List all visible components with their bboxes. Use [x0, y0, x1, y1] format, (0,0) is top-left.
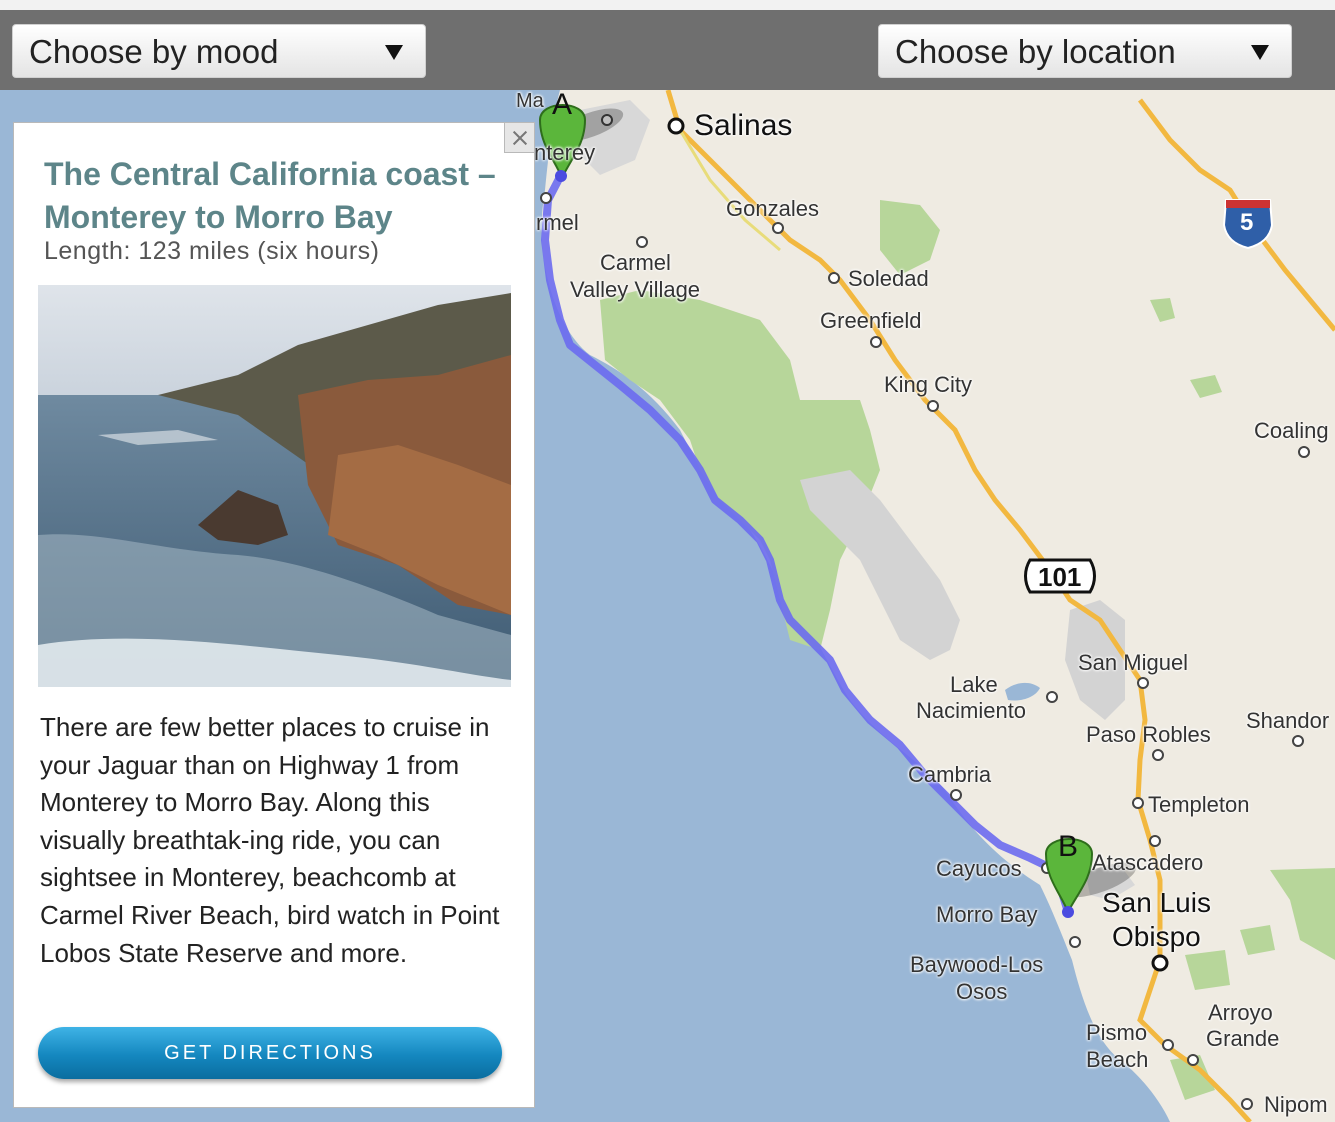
city-marker	[667, 117, 685, 135]
place-label: Osos	[956, 979, 1008, 1004]
place-label: Greenfield	[820, 308, 922, 333]
place-label: Nipom	[1264, 1092, 1328, 1117]
interstate-5-label: 5	[1240, 209, 1254, 236]
place-label: Valley Village	[570, 277, 701, 302]
route-info-panel: The Central California coast – Monterey …	[13, 122, 535, 1108]
place-label-salinas: Salinas	[694, 109, 793, 142]
mood-select-label: Choose by mood	[29, 33, 279, 70]
place-label: San Miguel	[1078, 650, 1189, 675]
get-directions-button[interactable]: GET DIRECTIONS	[38, 1027, 502, 1079]
place-label: rmel	[536, 210, 579, 235]
place-label: Ma	[516, 90, 544, 112]
place-label: Lake	[950, 672, 998, 697]
chevron-down-icon[interactable]	[385, 45, 403, 60]
place-label-slo: Obispo	[1112, 921, 1201, 952]
place-label: Templeton	[1148, 792, 1250, 817]
place-label: Grande	[1206, 1026, 1280, 1051]
route-length: Length: 123 miles (six hours)	[44, 237, 380, 265]
marker-b-label: B	[1058, 830, 1079, 863]
place-label: Paso Robles	[1086, 722, 1211, 747]
chevron-down-icon[interactable]	[1251, 45, 1269, 60]
mood-select[interactable]: Choose by mood	[12, 24, 426, 78]
place-label: Baywood-Los	[910, 952, 1044, 977]
location-select-label: Choose by location	[895, 33, 1176, 70]
place-label: Nacimiento	[916, 698, 1027, 723]
route-title: The Central California coast – Monterey …	[44, 156, 496, 235]
place-label: Cambria	[908, 762, 992, 787]
place-label: Gonzales	[726, 196, 819, 221]
place-label-slo: San Luis	[1102, 887, 1211, 918]
place-label: Beach	[1086, 1047, 1149, 1072]
place-label: nterey	[534, 140, 596, 165]
place-label: Pismo	[1086, 1020, 1148, 1045]
marker-a-label: A	[552, 90, 573, 121]
route-description: There are few better places to cruise in…	[40, 712, 500, 968]
coast-photo	[38, 285, 511, 687]
place-label: Shandor	[1246, 708, 1330, 733]
close-icon[interactable]	[504, 123, 534, 153]
place-label: Coaling	[1254, 418, 1329, 443]
top-toolbar: Choose by mood Choose by location	[0, 0, 1335, 90]
place-label: Morro Bay	[936, 902, 1038, 927]
location-select[interactable]: Choose by location	[878, 24, 1292, 78]
place-label: Carmel	[600, 250, 671, 275]
city-marker	[1151, 954, 1169, 972]
place-label: Soledad	[848, 266, 929, 291]
place-label: Arroyo	[1208, 1000, 1273, 1025]
us-101-shield-label: 101	[1038, 562, 1082, 592]
place-label: King City	[884, 372, 973, 397]
place-label: Atascadero	[1092, 850, 1204, 875]
place-label: Cayucos	[936, 856, 1022, 881]
